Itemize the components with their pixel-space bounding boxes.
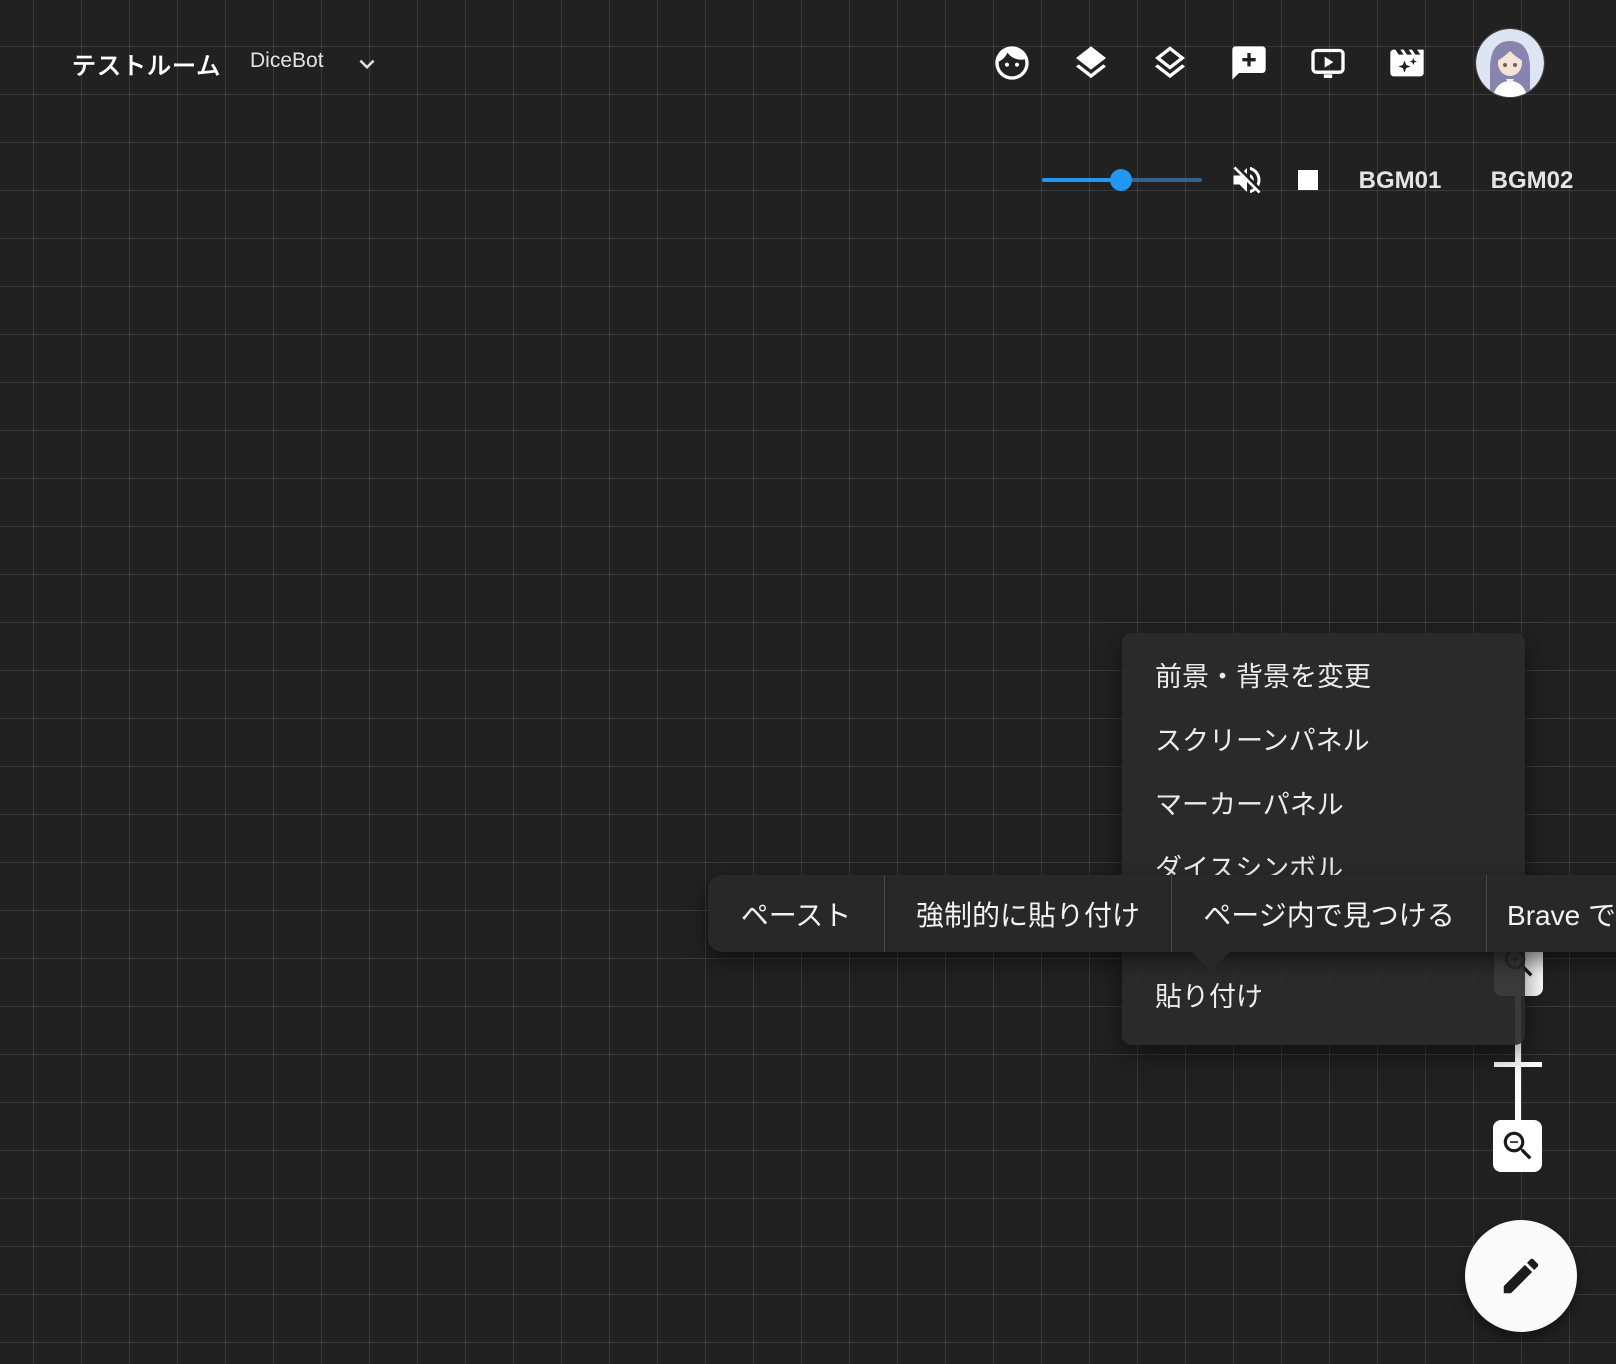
add-comment-icon[interactable] [1229,43,1269,83]
stop-icon[interactable] [1298,170,1318,190]
zoom-out-icon [1499,1127,1537,1165]
menu-item-marker-panel[interactable]: マーカーパネル [1122,773,1525,837]
browser-menu-force-paste[interactable]: 強制的に貼り付け [884,875,1171,952]
tabletop-canvas[interactable]: { "header": { "room_title": "テストルーム", "r… [0,0,1616,1364]
room-dicebot-label: DiceBot [250,49,324,73]
smart-display-icon[interactable] [1308,43,1348,83]
volume-slider[interactable] [1042,178,1202,182]
browser-menu-paste[interactable]: ペースト [708,875,884,952]
bgm01-button[interactable]: BGM01 [1359,167,1442,195]
browser-menu-brave[interactable]: Brave で [1486,875,1616,952]
movie-filter-icon[interactable] [1387,43,1427,83]
room-title: テストルーム [72,46,221,81]
menu-item-change-background[interactable]: 前景・背景を変更 [1122,645,1525,709]
pencil-icon [1498,1253,1544,1299]
volume-off-icon[interactable] [1229,162,1265,198]
room-context-menu: 前景・背景を変更 スクリーンパネル マーカーパネル ダイスシンボル 貼り付け [1122,633,1525,1045]
edit-fab-button[interactable] [1465,1220,1577,1332]
menu-item-paste[interactable]: 貼り付け [1122,965,1525,1029]
chevron-down-icon[interactable] [352,49,382,79]
layers-icon[interactable] [1071,43,1111,83]
browser-context-menu: ペースト 強制的に貼り付け ページ内で見つける Brave で [708,875,1616,952]
face-icon[interactable] [992,43,1032,83]
layers-outline-icon[interactable] [1150,43,1190,83]
zoom-slider-handle[interactable] [1494,1062,1542,1067]
user-avatar[interactable] [1476,29,1544,97]
bgm02-button[interactable]: BGM02 [1491,167,1574,195]
volume-slider-thumb[interactable] [1110,169,1132,191]
browser-menu-pointer [1192,952,1230,971]
browser-menu-find-in-page[interactable]: ページ内で見つける [1171,875,1486,952]
toolbar [992,43,1466,83]
zoom-out-button[interactable] [1493,1120,1542,1172]
menu-item-screen-panel[interactable]: スクリーンパネル [1122,709,1525,773]
